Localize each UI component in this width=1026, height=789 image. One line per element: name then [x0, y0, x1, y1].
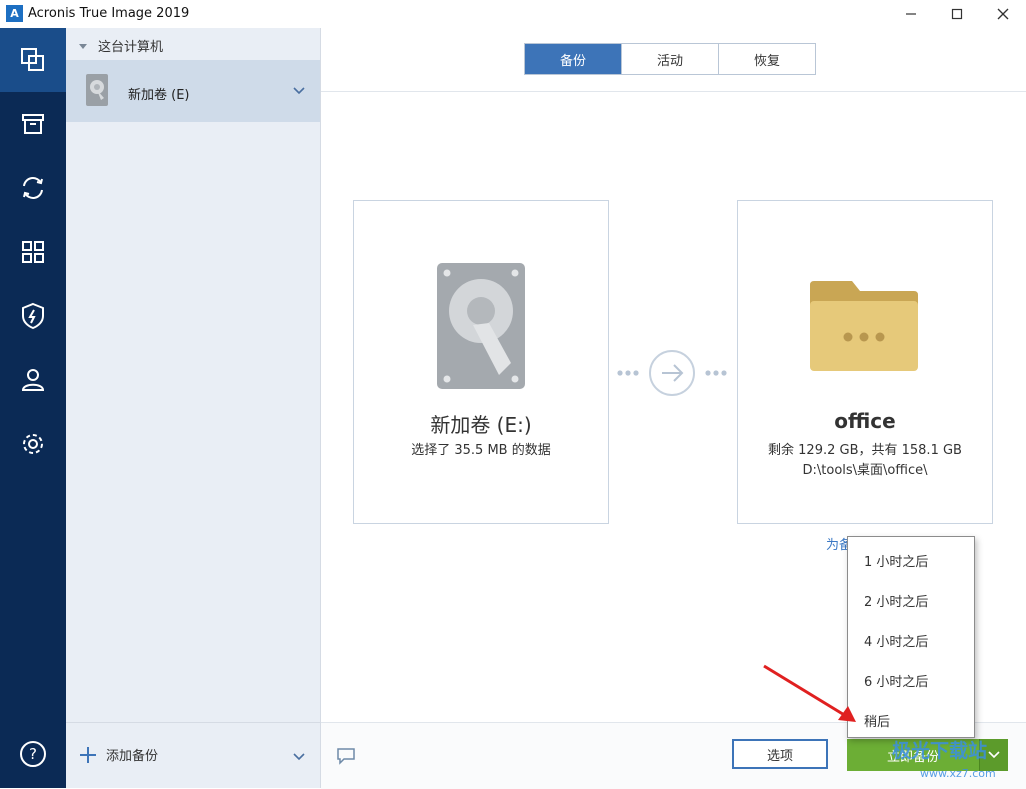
- nav-backup[interactable]: [0, 28, 66, 92]
- tab-restore[interactable]: 恢复: [718, 44, 815, 74]
- options-button[interactable]: 选项: [732, 739, 828, 769]
- feedback-icon[interactable]: [336, 747, 356, 765]
- tabs-divider: [321, 91, 1026, 92]
- nav-help[interactable]: ?: [0, 722, 66, 786]
- plus-icon: [80, 746, 96, 763]
- minimize-button[interactable]: [888, 0, 934, 28]
- maximize-icon: [951, 8, 963, 20]
- folder-icon: [810, 281, 918, 371]
- grid-icon: [22, 241, 44, 263]
- computer-group-label: 这台计算机: [98, 40, 164, 55]
- source-card[interactable]: 新加卷 (E:) 选择了 35.5 MB 的数据: [353, 200, 609, 524]
- nav-tools[interactable]: [0, 220, 66, 284]
- destination-title: office: [834, 409, 896, 433]
- maximize-button[interactable]: [934, 0, 980, 28]
- tab-activity[interactable]: 活动: [621, 44, 718, 74]
- main-nav: ?: [0, 28, 66, 788]
- menu-item-later[interactable]: 稍后: [864, 711, 890, 730]
- nav-archive[interactable]: [0, 92, 66, 156]
- drive-icon: [86, 74, 108, 106]
- annotation-arrow-icon: [763, 664, 856, 722]
- computer-group[interactable]: 这台计算机: [78, 36, 163, 55]
- destination-path: D:\tools\桌面\office\: [802, 463, 928, 478]
- menu-item-4-hours[interactable]: 4 小时之后: [864, 631, 928, 650]
- arrow-connector: [617, 350, 727, 396]
- archive-icon: [22, 114, 44, 134]
- caret-down-icon: [79, 43, 87, 49]
- source-title: 新加卷 (E:): [430, 413, 532, 437]
- nav-settings[interactable]: [0, 412, 66, 476]
- backup-later-menu: 1 小时之后 2 小时之后 4 小时之后 6 小时之后 稍后: [847, 536, 975, 738]
- add-backup-bar: 添加备份: [66, 722, 320, 789]
- destination-card[interactable]: office 剩余 129.2 GB，共有 158.1 GB D:\tools\…: [737, 200, 993, 524]
- add-backup-button[interactable]: 添加备份: [80, 745, 158, 764]
- watermark-logo: 极光下载站 www.xz7.com: [892, 739, 996, 780]
- svg-text:www.xz7.com: www.xz7.com: [920, 767, 996, 780]
- nav-protection[interactable]: [0, 284, 66, 348]
- title-bar: A Acronis True Image 2019: [0, 0, 1026, 29]
- add-backup-label: 添加备份: [106, 749, 159, 764]
- source-subtitle: 选择了 35.5 MB 的数据: [411, 443, 551, 458]
- chevron-down-icon[interactable]: [293, 87, 305, 95]
- app-logo: A: [6, 5, 23, 22]
- menu-item-1-hour[interactable]: 1 小时之后: [864, 551, 928, 570]
- help-icon: ?: [20, 741, 46, 767]
- menu-item-6-hours[interactable]: 6 小时之后: [864, 671, 928, 690]
- destination-space: 剩余 129.2 GB，共有 158.1 GB: [768, 443, 962, 458]
- hard-drive-icon: [437, 263, 525, 389]
- backup-item-selected[interactable]: 新加卷 (E): [66, 60, 320, 122]
- shield-icon: [22, 302, 44, 330]
- menu-item-2-hours[interactable]: 2 小时之后: [864, 591, 928, 610]
- tab-backup[interactable]: 备份: [525, 44, 621, 74]
- tab-bar: 备份 活动 恢复: [524, 43, 816, 75]
- sync-icon: [23, 177, 43, 199]
- minimize-icon: [906, 13, 916, 15]
- close-icon: [997, 8, 1009, 20]
- nav-account[interactable]: [0, 348, 66, 412]
- nav-sync[interactable]: [0, 156, 66, 220]
- svg-text:?: ?: [29, 745, 37, 763]
- backup-icon: [21, 48, 44, 71]
- close-button[interactable]: [980, 0, 1026, 28]
- chevron-down-icon[interactable]: [293, 753, 305, 761]
- gear-icon: [23, 434, 43, 454]
- svg-text:极光下载站: 极光下载站: [892, 739, 987, 762]
- window-title: Acronis True Image 2019: [28, 6, 190, 21]
- backup-item-label: 新加卷 (E): [128, 88, 190, 103]
- user-icon: [21, 369, 45, 391]
- backup-list-panel: 这台计算机 新加卷 (E) 添加备份: [66, 28, 321, 788]
